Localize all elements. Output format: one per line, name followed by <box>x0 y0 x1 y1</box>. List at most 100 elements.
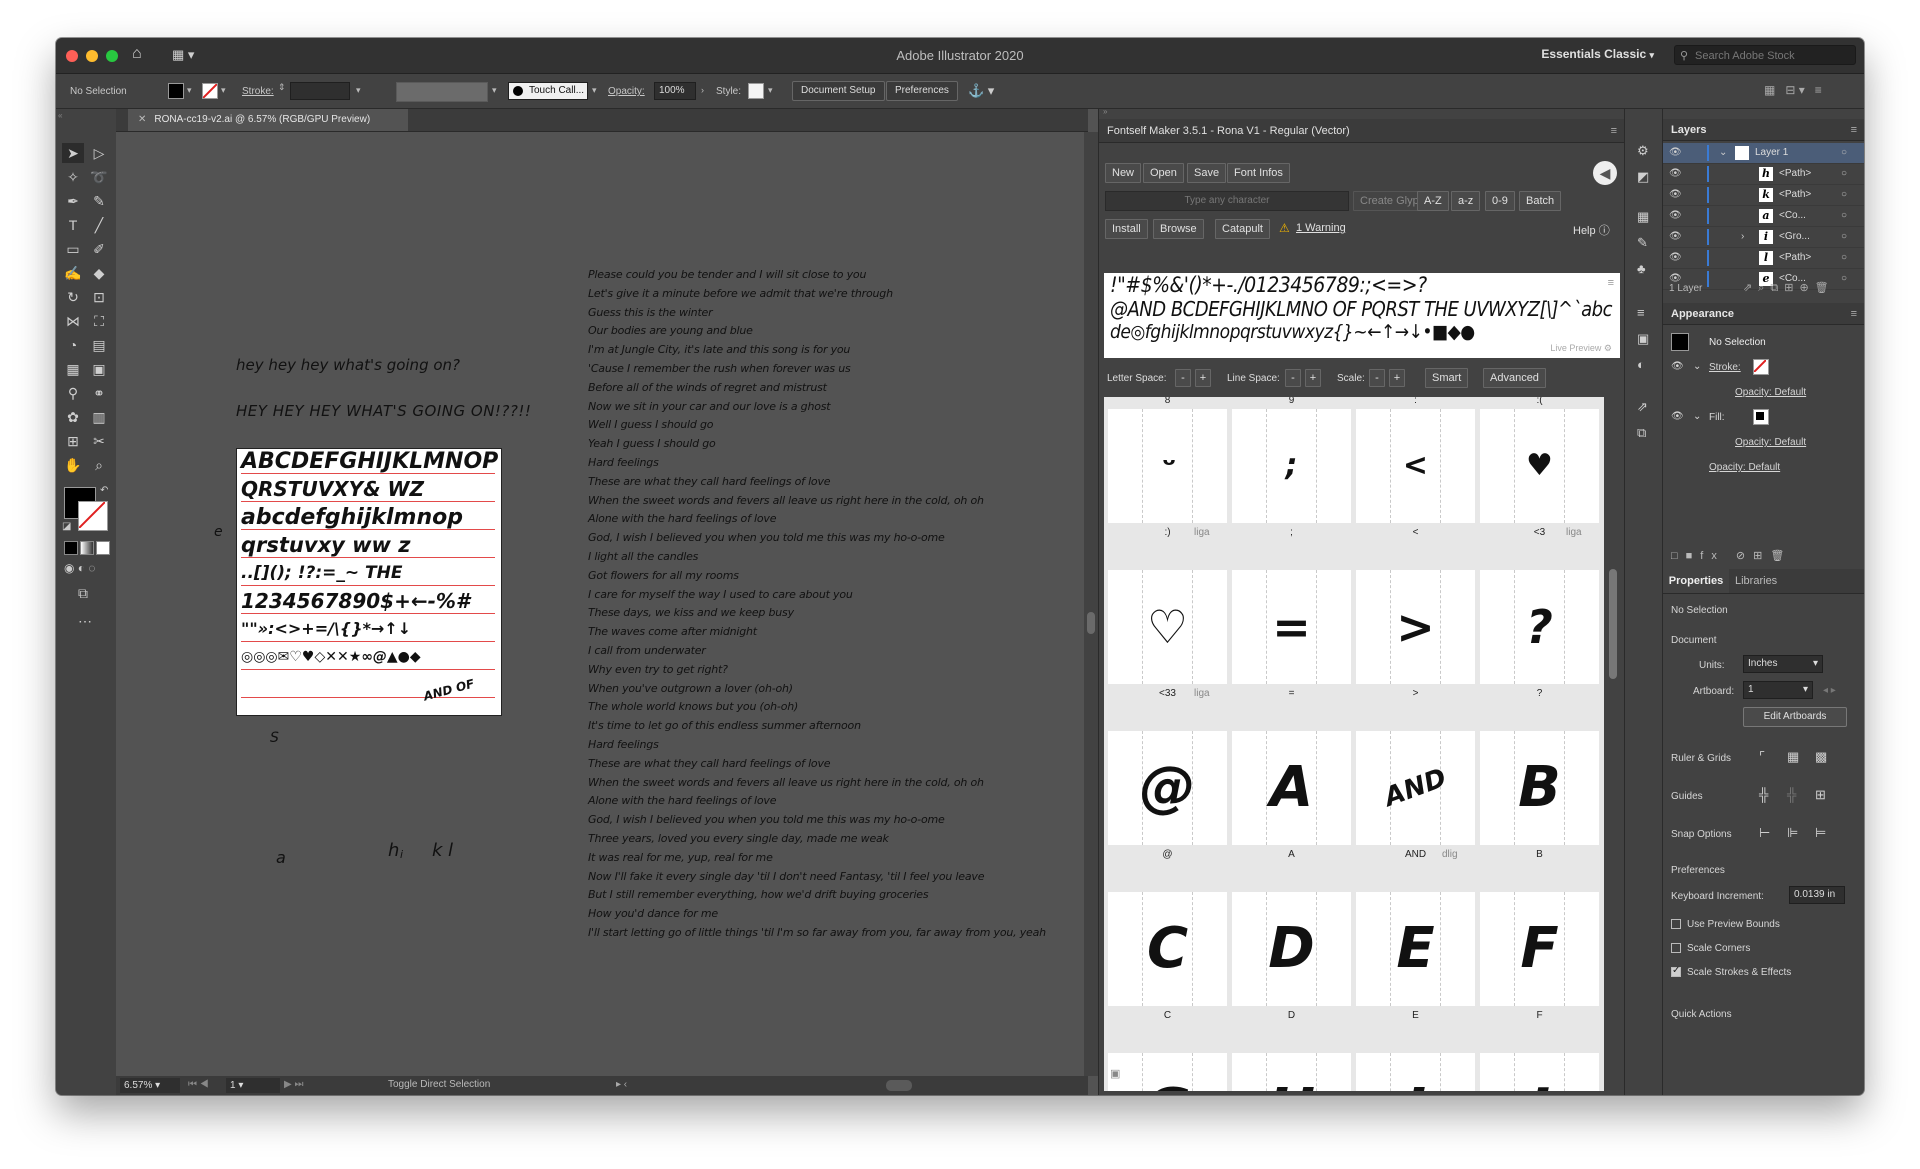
opacity-field[interactable]: 100% <box>654 82 696 100</box>
chevron-down-icon[interactable]: ▾ <box>592 85 597 96</box>
line-space-increase[interactable]: + <box>1305 369 1321 387</box>
stray-glyph[interactable]: l <box>448 840 453 861</box>
appearance-stroke-swatch[interactable] <box>1753 359 1769 375</box>
artboards-icon[interactable]: ⧉ <box>1637 425 1646 441</box>
snap-to-point-icon[interactable]: ⊢ <box>1759 825 1770 841</box>
opacity-label[interactable]: Opacity: <box>608 86 645 97</box>
stray-glyph[interactable]: S <box>270 730 279 746</box>
fill-swatch[interactable] <box>168 83 184 99</box>
magic-wand-tool-icon[interactable]: ✧ <box>62 167 84 187</box>
properties-tab[interactable]: Properties <box>1663 569 1729 593</box>
preview-menu-icon[interactable]: ≡ <box>1608 277 1614 289</box>
stroke-color-box[interactable] <box>78 501 108 531</box>
collapse-icon[interactable]: « <box>58 111 62 120</box>
new-button[interactable]: New <box>1105 163 1142 183</box>
snap-to-glyph-icon[interactable]: ⊨ <box>1815 825 1826 841</box>
gradient-mode-icon[interactable] <box>80 541 94 555</box>
show-guides-icon[interactable]: ╬ <box>1759 787 1768 802</box>
none-mode-icon[interactable] <box>96 541 110 555</box>
document-setup-button[interactable]: Document Setup <box>792 81 885 101</box>
rotate-tool-icon[interactable]: ↻ <box>62 287 84 307</box>
brushes-icon[interactable]: ✎ <box>1637 235 1648 251</box>
target-icon[interactable]: ○ <box>1841 248 1847 268</box>
glyph-cell[interactable]: I <box>1356 1053 1475 1091</box>
chevron-down-icon[interactable]: ▾ <box>768 85 773 96</box>
scroll-thumb[interactable] <box>1087 612 1095 634</box>
eye-icon[interactable]: 👁 <box>1669 248 1682 268</box>
eye-icon[interactable]: 👁 <box>1669 227 1682 247</box>
appearance-panel-header[interactable]: Appearance ≡ <box>1663 303 1864 325</box>
live-preview-toggle[interactable]: Live Preview ⚙ <box>1550 343 1612 354</box>
libraries-tab[interactable]: Libraries <box>1735 569 1777 593</box>
collapse-icon[interactable]: » <box>1103 107 1107 116</box>
curvature-tool-icon[interactable]: ✎ <box>88 191 110 211</box>
canvas-text-uppercase[interactable]: HEY HEY HEY WHAT'S GOING ON!??!! <box>236 402 531 420</box>
color-guide-icon[interactable]: ◩ <box>1637 169 1649 185</box>
sublayer-row[interactable]: 👁 l <Path> ○ <box>1663 248 1864 269</box>
transparency-icon[interactable]: ◐ <box>1637 357 1645 372</box>
stroke-swatch[interactable] <box>202 83 218 99</box>
transparency-grid-icon[interactable]: ▩ <box>1815 749 1827 765</box>
lock-guides-icon[interactable]: ╬ <box>1787 787 1796 802</box>
target-icon[interactable]: ○ <box>1841 269 1847 289</box>
appearance-opacity[interactable]: Opacity: Default <box>1709 462 1780 473</box>
line-tool-icon[interactable]: ╱ <box>88 215 110 235</box>
glyph-cell[interactable]: J <box>1480 1053 1599 1091</box>
eye-icon[interactable]: 👁 <box>1671 361 1684 372</box>
swap-fill-stroke-icon[interactable]: ↶ <box>100 485 108 496</box>
eye-icon[interactable]: 👁 <box>1669 185 1682 205</box>
appearance-stroke-label[interactable]: Stroke: <box>1709 362 1741 373</box>
chevron-down-icon[interactable]: ⌄ <box>1693 411 1701 422</box>
glyph-cell[interactable]: @ <box>1108 731 1227 845</box>
panel-menu-icon[interactable]: ≡ <box>1851 119 1857 141</box>
chevron-down-icon[interactable]: ▾ <box>492 85 497 96</box>
target-icon[interactable]: ○ <box>1841 185 1847 205</box>
export-icon[interactable]: ⇗ <box>1637 399 1648 415</box>
appearance-stroke-opacity[interactable]: Opacity: Default <box>1735 387 1806 398</box>
snap-to-pixel-icon[interactable]: ⊫ <box>1787 825 1798 841</box>
live-preview-area[interactable]: !"#$%&'()*+-./0123456789:;<=>? @AND BCDE… <box>1104 273 1620 358</box>
units-select[interactable]: Inches ▾ <box>1743 655 1823 673</box>
chevron-down-icon[interactable]: ▾ <box>187 85 192 96</box>
free-transform-tool-icon[interactable]: ⛶ <box>88 311 110 331</box>
selection-tool-icon[interactable]: ➤ <box>62 143 84 163</box>
rectangle-tool-icon[interactable]: ▭ <box>62 239 84 259</box>
glyph-cell[interactable]: AND <box>1356 731 1475 845</box>
scale-corners-checkbox[interactable] <box>1671 943 1681 953</box>
glyph-cell[interactable]: F <box>1480 892 1599 1006</box>
appearance-actions-icons[interactable]: □■fx ⊘⊞🗑 <box>1671 549 1792 562</box>
lasso-tool-icon[interactable]: ➰ <box>88 167 110 187</box>
artboard-select[interactable]: 1 ▾ <box>1743 681 1813 699</box>
chevron-down-icon[interactable]: ⌄ <box>1693 361 1701 372</box>
stray-glyph[interactable]: e <box>214 524 223 540</box>
brush-definition[interactable]: Touch Call... <box>508 82 588 100</box>
catapult-button[interactable]: Catapult <box>1215 219 1270 239</box>
graphic-style-swatch[interactable] <box>748 83 764 99</box>
eye-icon[interactable]: 👁 <box>1669 143 1682 163</box>
chevron-right-icon[interactable]: › <box>701 85 704 95</box>
scale-decrease[interactable]: - <box>1369 369 1385 387</box>
default-colors-icon[interactable]: ◪ <box>62 521 71 532</box>
open-button[interactable]: Open <box>1143 163 1184 183</box>
stray-glyph[interactable]: i <box>400 848 403 861</box>
layer-row[interactable]: 👁 ⌄ Layer 1 ○ <box>1663 143 1864 164</box>
help-link[interactable]: Help ⓘ <box>1573 222 1610 238</box>
alphabet-artboard[interactable]: ABCDEFGHIJKLMNOP QRSTUVXY& WZ abcdefghij… <box>236 448 502 716</box>
more-tools-icon[interactable]: ⋯ <box>78 613 92 630</box>
chevron-right-icon[interactable]: › <box>1741 227 1744 247</box>
target-icon[interactable]: ○ <box>1841 164 1847 184</box>
gradient-tool-icon[interactable]: ▣ <box>88 359 110 379</box>
canvas[interactable]: hey hey hey what's going on? HEY HEY HEY… <box>116 132 1084 1076</box>
variable-width-profile[interactable] <box>396 82 488 102</box>
line-space-decrease[interactable]: - <box>1285 369 1301 387</box>
glyph-cell[interactable]: ; <box>1232 409 1351 523</box>
canvas-text-lowercase[interactable]: hey hey hey what's going on? <box>236 356 460 374</box>
glyph-cell[interactable]: = <box>1232 570 1351 684</box>
eraser-tool-icon[interactable]: ◆ <box>88 263 110 283</box>
range-09-button[interactable]: 0-9 <box>1485 191 1515 211</box>
warning-link[interactable]: 1 Warning <box>1296 222 1346 234</box>
color-mode-icon[interactable] <box>64 541 78 555</box>
fontself-logo-icon[interactable]: ◀ <box>1593 161 1617 185</box>
glyph-cell[interactable]: ♥ <box>1480 409 1599 523</box>
type-character-input[interactable]: Type any character <box>1105 191 1349 211</box>
